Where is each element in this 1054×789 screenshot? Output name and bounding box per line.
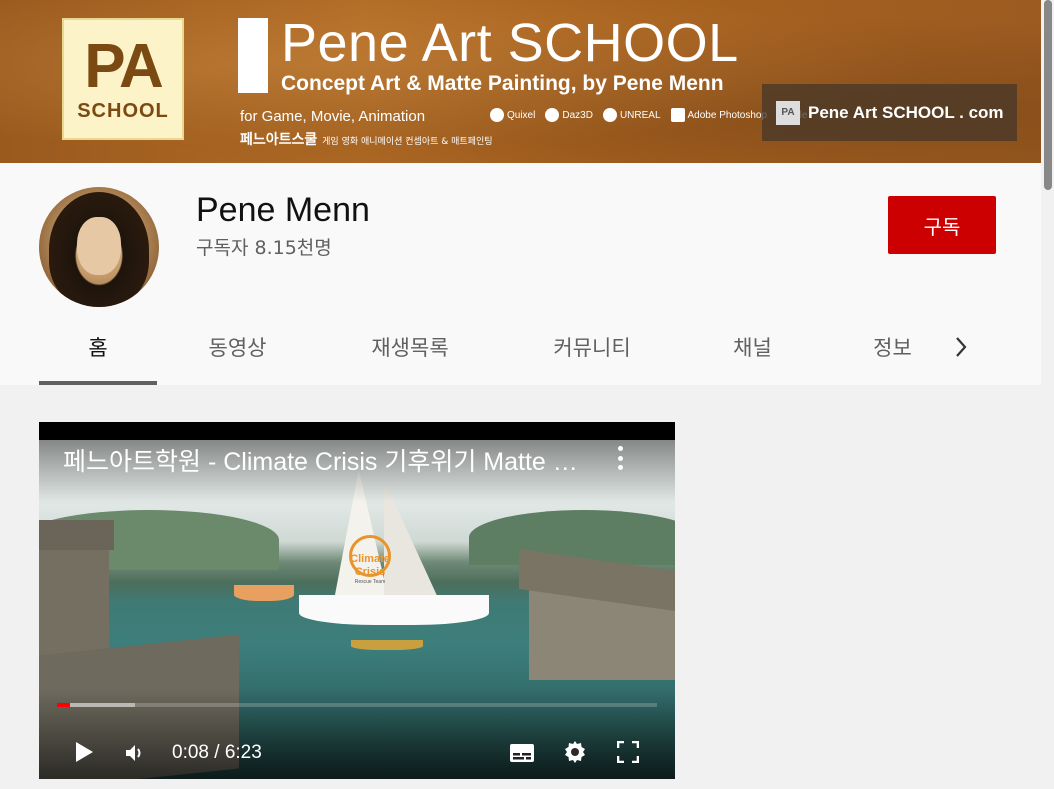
scene-roof: [39, 520, 114, 550]
tab-channels[interactable]: 채널: [700, 309, 805, 385]
tab-community[interactable]: 커뮤니티: [522, 309, 662, 385]
tool-label: Adobe Photoshop: [687, 109, 768, 121]
scene-catamaran: [299, 595, 489, 625]
settings-button[interactable]: [560, 737, 590, 767]
scrollbar-thumb[interactable]: [1044, 0, 1052, 190]
subscribe-button[interactable]: 구독: [888, 196, 996, 254]
tab-videos[interactable]: 동영상: [180, 309, 295, 385]
banner-korean-small: 게임 영화 애니메이션 컨셉아트 & 매트페인팅: [322, 137, 493, 147]
tab-home[interactable]: 홈: [39, 309, 157, 385]
photoshop-logo: Adobe Photoshop: [670, 108, 768, 122]
tabs-next-button[interactable]: [946, 329, 976, 365]
tool-label: UNREAL: [619, 109, 661, 121]
unreal-logo: UNREAL: [602, 108, 661, 122]
banner-white-bar: [238, 18, 268, 93]
pa-school-logo: PA SCHOOL: [62, 18, 184, 140]
banner-korean-title: 페느아트스쿨: [240, 132, 318, 148]
chevron-right-icon: [956, 337, 967, 357]
sail-text: Climate Crisis Rescue Team: [339, 553, 401, 585]
subtitles-icon: [510, 744, 534, 762]
banner-for-line: for Game, Movie, Animation: [240, 108, 426, 125]
banner-title: Pene Art SCHOOL: [281, 13, 739, 73]
website-favicon-icon: PA: [776, 100, 800, 125]
subtitles-button[interactable]: [507, 738, 537, 768]
sail-small-text: Rescue Team: [354, 579, 386, 585]
progress-played: [57, 703, 71, 707]
tool-logos: Quixel Daz3D UNREAL Adobe Photoshop ble: [490, 108, 807, 122]
daz3d-logo: Daz3D: [545, 108, 593, 122]
volume-icon: [126, 745, 141, 761]
banner-korean-line: 페느아트스쿨 게임 영화 애니메이션 컨셉아트 & 매트페인팅: [240, 129, 493, 149]
unreal-icon: [602, 108, 617, 122]
channel-avatar[interactable]: [39, 187, 159, 307]
fullscreen-icon: [617, 741, 639, 763]
sail-main-text: Climate Crisis: [350, 553, 390, 578]
channel-banner: PA SCHOOL Pene Art SCHOOL Concept Art & …: [0, 0, 1041, 163]
avatar-face: [77, 217, 121, 275]
daz3d-icon: [545, 108, 560, 122]
page-scrollbar[interactable]: [1041, 0, 1054, 789]
video-more-button[interactable]: [609, 444, 631, 472]
banner-subtitle: Concept Art & Matte Painting, by Pene Me…: [281, 72, 724, 95]
logo-small-text: SCHOOL: [77, 99, 169, 122]
featured-video-player[interactable]: Climate Crisis Rescue Team 페느아트학원 - Clim…: [39, 422, 675, 779]
fullscreen-button[interactable]: [613, 737, 643, 767]
play-icon: [76, 742, 93, 762]
tool-label: Daz3D: [562, 109, 593, 121]
video-time-display: 0:08 / 6:23: [172, 742, 262, 763]
volume-button[interactable]: [123, 740, 149, 766]
channel-header: Pene Menn 구독자 8.15천명 구독 홈 동영상 재생목록 커뮤니티 …: [0, 163, 1041, 385]
video-title[interactable]: 페느아트학원 - Climate Crisis 기후위기 Matte Paint…: [63, 442, 583, 478]
play-button[interactable]: [69, 736, 99, 768]
scene-canoe: [351, 640, 423, 650]
logo-big-text: PA: [84, 31, 164, 101]
channel-tabs: 홈 동영상 재생목록 커뮤니티 채널 정보: [0, 309, 1041, 385]
scene-house-left: [39, 535, 109, 655]
tool-label: Quixel: [507, 109, 536, 121]
subscriber-count: 구독자 8.15천명: [196, 237, 332, 259]
more-vert-icon-dot: [617, 455, 623, 461]
scene-small-boat: [234, 585, 294, 601]
settings-gear-icon: [565, 741, 585, 763]
channel-name: Pene Menn: [196, 191, 370, 229]
more-vert-icon-dot: [617, 465, 623, 470]
tab-playlists[interactable]: 재생목록: [340, 309, 480, 385]
tab-about[interactable]: 정보: [845, 309, 940, 385]
banner-website-link[interactable]: PA Pene Art SCHOOL . com: [762, 84, 1017, 141]
quixel-logo: Quixel: [490, 108, 535, 122]
website-link-text: Pene Art SCHOOL . com: [808, 102, 1004, 122]
photoshop-icon: [670, 108, 685, 122]
quixel-icon: [490, 108, 504, 122]
more-vert-icon-dot: [617, 446, 623, 451]
video-progress-bar[interactable]: [57, 703, 657, 707]
